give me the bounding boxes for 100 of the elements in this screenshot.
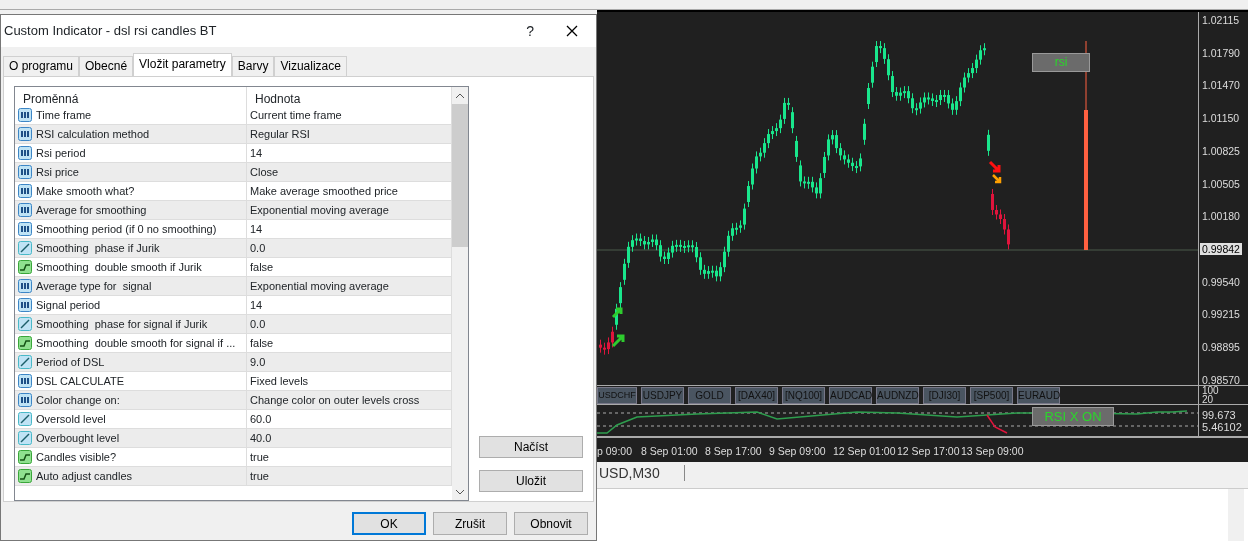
parameter-name: Average type for signal [36, 278, 152, 294]
fraction-icon [18, 431, 32, 445]
parameter-name: Smoothing double smooth for signal if ... [36, 335, 236, 351]
parameter-value[interactable]: 14 [250, 220, 263, 238]
parameter-name: Make smooth what? [36, 183, 135, 199]
dialog-button[interactable]: Obnovit [514, 512, 588, 535]
scrollbar[interactable] [452, 87, 468, 500]
integer-icon [18, 108, 32, 122]
toggle-icon [18, 336, 32, 350]
price-label: 1.01470 [1202, 79, 1240, 92]
parameter-value[interactable]: 60.0 [250, 410, 272, 428]
price-label: 1.02115 [1202, 14, 1240, 26]
candlestick [987, 129, 990, 157]
window-title: Custom Indicator - dsl rsi candles BT [4, 22, 218, 41]
indicator-label: RSI X ON [1032, 407, 1114, 426]
parameter-name: Smoothing phase for signal if Jurik [36, 316, 208, 332]
side-button[interactable]: Uložit [479, 470, 583, 492]
price-label: 1.00180 [1202, 210, 1240, 223]
parameter-value[interactable]: false [250, 258, 274, 276]
price-label: 0.98895 [1202, 341, 1240, 354]
close-icon[interactable] [566, 25, 578, 37]
parameter-name: Smoothing double smooth if Jurik [36, 259, 202, 275]
parameter-value[interactable]: true [250, 467, 269, 485]
help-button[interactable]: ? [526, 20, 534, 42]
parameter-name: Color change on: [36, 392, 120, 408]
parameter-name: Smoothing phase if Jurik [36, 240, 160, 256]
time-label: 8 Sep 01:00 [641, 445, 698, 457]
price-label: 0.98570 [1202, 373, 1240, 386]
fraction-icon [18, 317, 32, 331]
parameter-value[interactable]: Fixed levels [250, 372, 309, 390]
caret-up-icon[interactable] [455, 92, 465, 100]
price-label: 1.01150 [1202, 112, 1240, 125]
tab[interactable]: Vložit parametry [133, 53, 232, 76]
price-label: 0.99540 [1202, 275, 1240, 288]
parameter-value[interactable]: true [250, 448, 269, 466]
parameter-value[interactable]: 40.0 [250, 429, 272, 447]
integer-icon [18, 393, 32, 407]
integer-icon [18, 222, 32, 236]
fraction-icon [18, 412, 32, 426]
integer-icon [18, 374, 32, 388]
fraction-icon [18, 355, 32, 369]
parameter-value[interactable]: false [250, 334, 274, 352]
integer-icon [18, 184, 32, 198]
toggle-icon [18, 260, 32, 274]
tab[interactable]: Barvy [231, 56, 275, 76]
parameter-value[interactable]: 14 [250, 296, 263, 314]
price-label: 1.00825 [1202, 144, 1240, 157]
time-label: 8 Sep 17:00 [705, 445, 762, 457]
integer-icon [18, 298, 32, 312]
dialog-button[interactable]: OK [352, 512, 426, 535]
parameter-value[interactable]: 9.0 [250, 353, 266, 371]
parameter-value[interactable]: 0.0 [250, 239, 266, 257]
time-label: 12 Sep 17:00 [897, 445, 960, 457]
candlestick [863, 118, 866, 146]
price-label: 1.00505 [1202, 177, 1240, 190]
parameter-name: Auto adjust candles [36, 468, 132, 484]
toggle-icon [18, 469, 32, 483]
integer-icon [18, 146, 32, 160]
axis-label: 5.46102 [1202, 421, 1243, 433]
axis-label: 20 [1202, 395, 1214, 404]
arrow-icon [988, 160, 1002, 184]
price-label: 0.99842 [1200, 243, 1242, 256]
arrow-icon [611, 307, 625, 348]
side-button[interactable]: Načíst [479, 436, 583, 458]
caret-down-icon[interactable] [455, 488, 465, 496]
parameter-value[interactable]: 0.0 [250, 315, 266, 333]
tab[interactable]: Obecné [79, 56, 134, 76]
parameter-name: Overbought level [36, 430, 120, 446]
tab[interactable]: Vizualizace [274, 56, 347, 76]
scrollbar[interactable] [1228, 489, 1244, 541]
parameter-name: Smoothing period (if 0 no smoothing) [36, 221, 217, 237]
parameter-value[interactable]: Close [250, 163, 279, 181]
chart-label: rsi [1032, 53, 1090, 72]
toggle-icon [18, 450, 32, 464]
parameter-value[interactable]: 14 [250, 144, 263, 162]
parameter-name: Period of DSL [36, 354, 105, 370]
parameter-name: Signal period [36, 297, 101, 313]
parameter-value[interactable]: Make average smoothed price [250, 182, 398, 200]
integer-icon [18, 279, 32, 293]
time-label: p 09:00 [597, 445, 633, 457]
integer-icon [18, 203, 32, 217]
time-label: 13 Sep 09:00 [961, 445, 1024, 457]
chart-tab[interactable]: USD,M30 [599, 462, 660, 484]
parameter-name: Rsi period [36, 145, 86, 161]
axis-label: 99.673 [1202, 409, 1237, 421]
fraction-icon [18, 241, 32, 255]
parameter-name: Rsi price [36, 164, 79, 180]
integer-icon [18, 165, 32, 179]
parameter-name: Candles visible? [36, 449, 117, 465]
price-label: 0.99215 [1202, 308, 1240, 321]
parameter-name: Oversold level [36, 411, 106, 427]
price-label: 1.01790 [1202, 46, 1240, 59]
time-label: 12 Sep 01:00 [833, 445, 896, 457]
tab[interactable]: O programu [3, 56, 80, 76]
parameter-name: DSL CALCULATE [36, 373, 125, 389]
dialog-button[interactable]: Zrušit [433, 512, 507, 535]
integer-icon [18, 127, 32, 141]
parameter-name: RSI calculation method [36, 126, 150, 142]
parameter-name: Average for smoothing [36, 202, 147, 218]
axis-label: 100 [1202, 386, 1220, 395]
